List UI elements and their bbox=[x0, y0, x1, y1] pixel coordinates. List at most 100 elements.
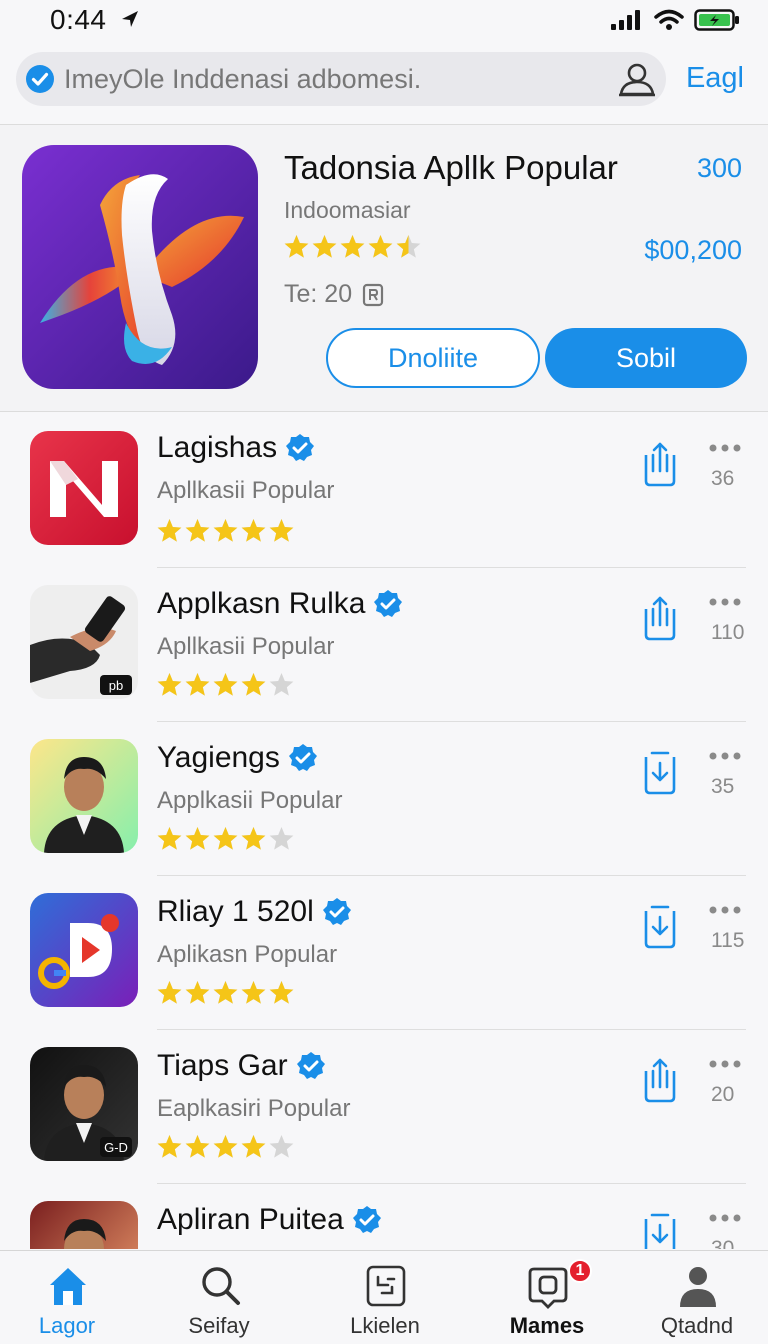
app-count: 35 bbox=[711, 775, 735, 798]
app-name-text: Tiaps Gar bbox=[157, 1049, 288, 1082]
search-text: ImeyOle Inddenasi adbomesi. bbox=[64, 64, 422, 94]
app-name[interactable]: Yagiengs bbox=[157, 741, 318, 775]
app-name-text: Yagiengs bbox=[157, 741, 280, 774]
apps-icon bbox=[366, 1265, 406, 1307]
tab-lkielen[interactable]: Lkielen bbox=[320, 1251, 450, 1344]
search-input[interactable]: ImeyOle Inddenasi adbomesi. bbox=[16, 52, 666, 106]
star-fill bbox=[213, 827, 238, 850]
verified-badge-icon bbox=[286, 434, 315, 461]
more-options-icon[interactable] bbox=[708, 1059, 742, 1069]
tab-label: Seifay bbox=[188, 1313, 250, 1338]
games-icon bbox=[528, 1267, 568, 1309]
share-icon[interactable] bbox=[640, 1057, 680, 1103]
phone-hand-icon[interactable]: pb bbox=[30, 585, 138, 699]
location-arrow-icon bbox=[122, 11, 138, 27]
app-name[interactable]: Lagishas bbox=[157, 431, 315, 465]
app-name-text: Apliran Puitea bbox=[157, 1203, 344, 1236]
play-logo-icon[interactable] bbox=[30, 893, 138, 1007]
app-list-row[interactable]: pb Applkasn Rulka Apllkasii Popular 110 bbox=[0, 585, 768, 739]
row-divider bbox=[157, 1183, 746, 1184]
verified-check-icon bbox=[26, 65, 54, 93]
ribbon-logo-icon bbox=[22, 145, 258, 389]
row-divider bbox=[157, 567, 746, 568]
star-fill bbox=[157, 519, 182, 542]
app-list-row[interactable]: Lagishas Apllkasii Popular 36 bbox=[0, 431, 768, 585]
row-divider bbox=[157, 1029, 746, 1030]
app-list-row[interactable]: Yagiengs Applkasii Popular 35 bbox=[0, 739, 768, 893]
tab-label: Lagor bbox=[38, 1313, 96, 1338]
star-fill bbox=[241, 519, 266, 542]
star-fill bbox=[241, 1135, 266, 1158]
more-options-icon[interactable] bbox=[708, 751, 742, 761]
verified-badge-icon bbox=[288, 744, 317, 771]
app-count: 110 bbox=[711, 621, 745, 644]
tab-qtadnd[interactable]: Qtadnd bbox=[632, 1251, 762, 1344]
svg-text:pb: pb bbox=[109, 678, 123, 693]
featured-app-meta-text: Te: 20 bbox=[284, 280, 353, 308]
search-action-link[interactable]: Eagl bbox=[686, 62, 744, 95]
more-options-icon[interactable] bbox=[708, 443, 742, 453]
tab-lagor[interactable]: Lagor bbox=[2, 1251, 132, 1344]
app-name[interactable]: Rliay 1 520l bbox=[157, 895, 352, 929]
app-name[interactable]: Apliran Puitea bbox=[157, 1203, 382, 1237]
app-list-row[interactable]: Apliran PuiteaApplkasia Popular30 bbox=[0, 1201, 768, 1249]
featured-app-developer: Indoomasiar bbox=[284, 197, 411, 223]
star-fill bbox=[269, 981, 294, 1004]
app-name[interactable]: Applkasn Rulka bbox=[157, 587, 403, 621]
person-portrait-icon[interactable] bbox=[30, 739, 138, 853]
download-icon[interactable] bbox=[640, 749, 680, 795]
tab-seifay[interactable]: Seifay bbox=[154, 1251, 284, 1344]
more-options-icon[interactable] bbox=[708, 905, 742, 915]
home-icon bbox=[50, 1268, 86, 1305]
app-list-row[interactable]: Rliay 1 520l Aplikasn Popular 115 bbox=[0, 893, 768, 1047]
app-category: Apllkasii Popular bbox=[157, 633, 335, 660]
share-icon[interactable] bbox=[640, 441, 680, 487]
star-fill bbox=[213, 673, 238, 696]
app-list-row[interactable]: G-D Tiaps Gar Eaplkasiri Popular 20 bbox=[0, 1047, 768, 1201]
person-portrait-icon[interactable] bbox=[30, 1201, 138, 1249]
featured-app-meta: Te: 20 bbox=[284, 280, 384, 309]
app-category: Aplikasn Popular bbox=[157, 941, 338, 968]
featured-app-icon[interactable] bbox=[22, 145, 258, 389]
star-fill bbox=[185, 1135, 210, 1158]
secondary-button[interactable]: Dnoliite bbox=[326, 328, 540, 388]
download-icon[interactable] bbox=[640, 1211, 680, 1249]
person-portrait-icon[interactable]: G-D bbox=[30, 1047, 138, 1161]
verified-badge-icon bbox=[296, 1052, 325, 1079]
star-fill bbox=[241, 673, 266, 696]
app-rating-stars bbox=[157, 519, 294, 542]
status-bar: 0:44 bbox=[0, 0, 768, 44]
app-name-text: Lagishas bbox=[157, 431, 278, 464]
download-icon[interactable] bbox=[640, 903, 680, 949]
app-rating-stars bbox=[157, 981, 294, 1004]
cellular-signal-icon bbox=[611, 10, 640, 30]
more-options-icon[interactable] bbox=[708, 1213, 742, 1223]
star-fill bbox=[213, 981, 238, 1004]
n-logo-icon[interactable] bbox=[30, 431, 138, 545]
status-indicators bbox=[610, 8, 740, 32]
app-category: Eaplkasiri Popular bbox=[157, 1095, 351, 1122]
app-count: 36 bbox=[711, 467, 735, 490]
app-rating-stars bbox=[157, 673, 294, 696]
app-count: 115 bbox=[711, 929, 745, 952]
more-options-icon[interactable] bbox=[708, 597, 742, 607]
share-icon[interactable] bbox=[640, 595, 680, 641]
featured-app-card: Tadonsia Apllk Popular 300 Indoomasiar $… bbox=[0, 124, 768, 412]
star-fill bbox=[157, 1135, 182, 1158]
notification-badge: 1 bbox=[568, 1259, 592, 1283]
star-icon bbox=[269, 1135, 294, 1158]
tab-mames[interactable]: 1 Mames bbox=[482, 1251, 612, 1344]
app-name-text: Applkasn Rulka bbox=[157, 587, 366, 620]
app-name[interactable]: Tiaps Gar bbox=[157, 1049, 326, 1083]
star-fill bbox=[241, 827, 266, 850]
get-button[interactable]: Sobil bbox=[545, 328, 747, 388]
user-silhouette-icon[interactable] bbox=[618, 61, 656, 97]
star-fill bbox=[213, 1135, 238, 1158]
star-fill bbox=[312, 235, 337, 258]
verified-badge-icon bbox=[352, 1206, 381, 1233]
star-fill bbox=[185, 827, 210, 850]
featured-app-title: Tadonsia Apllk Popular bbox=[284, 149, 618, 186]
star-fill bbox=[185, 519, 210, 542]
app-category: Apllkasii Popular bbox=[157, 477, 335, 504]
verified-badge-icon bbox=[322, 898, 351, 925]
